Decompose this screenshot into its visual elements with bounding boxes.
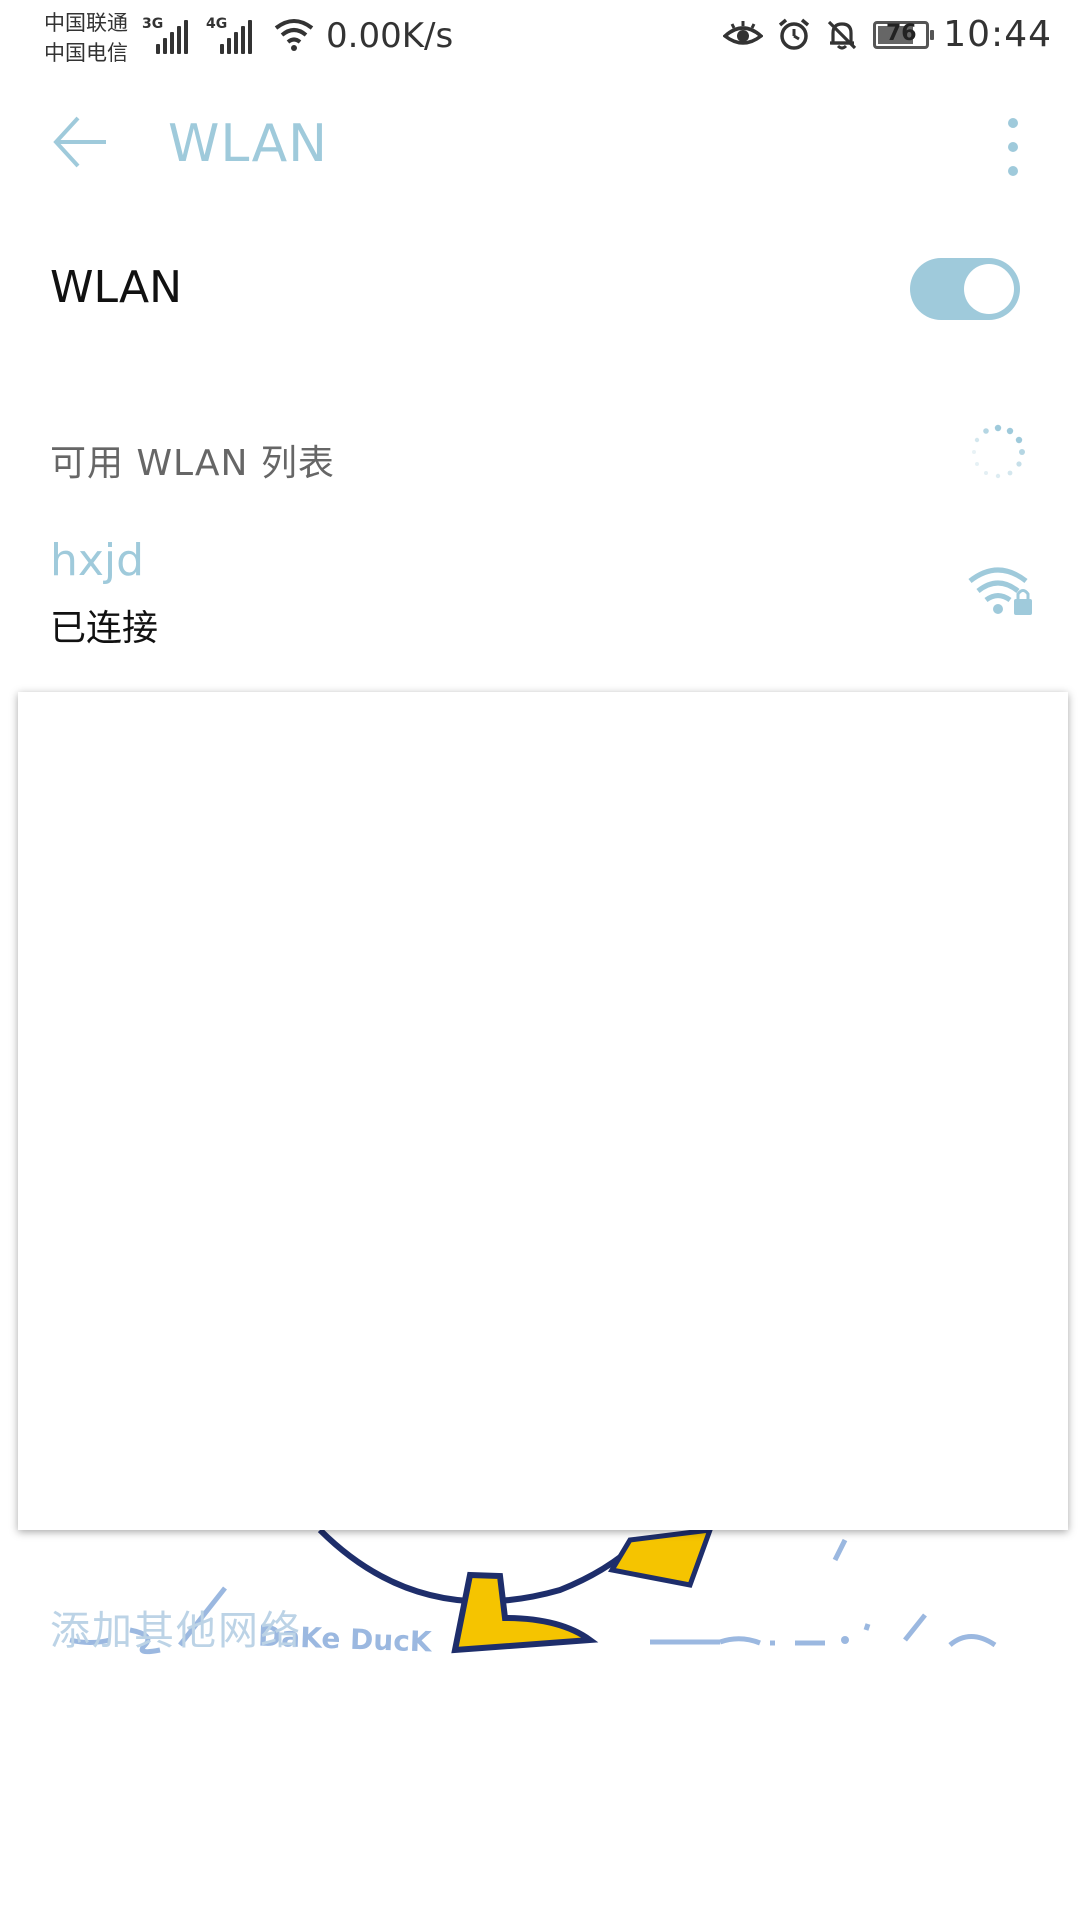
section-label: 可用 WLAN 列表 <box>50 443 335 484</box>
wifi-lock-icon <box>968 567 1032 615</box>
network-item[interactable]: hxjd 已连接 <box>0 535 1080 665</box>
loading-spinner-icon <box>972 424 1025 479</box>
more-options-icon[interactable] <box>1008 118 1020 178</box>
wifi-status-icon <box>274 19 314 51</box>
blank-dialog <box>18 692 1068 1530</box>
network-speed: 0.00K/s <box>326 16 454 56</box>
back-arrow-icon[interactable] <box>52 114 108 170</box>
wlan-toggle-row[interactable]: WLAN <box>0 240 1080 340</box>
eye-icon <box>723 20 764 45</box>
status-bar: 中国联通 中国电信 3G 4G 0.00K/s 76 10:44 <box>0 0 1080 78</box>
app-bar: WLAN <box>0 90 1080 200</box>
network-ssid: hxjd <box>50 535 145 586</box>
carrier-1: 中国联通 <box>44 11 128 35</box>
battery-level: 76 <box>885 20 917 46</box>
bell-off-icon <box>828 20 857 49</box>
available-networks-header: 可用 WLAN 列表 <box>0 420 1080 500</box>
carrier-labels: 中国联通 中国电信 <box>44 8 128 68</box>
signal-bars-icon <box>220 20 252 54</box>
network-status: 已连接 <box>50 608 159 649</box>
signal-bars-icon <box>156 20 188 54</box>
status-right-icons: 76 10:44 <box>723 14 1052 55</box>
carrier-2: 中国电信 <box>44 41 128 65</box>
add-other-network[interactable]: 添加其他网络 <box>50 1598 302 1656</box>
clock: 10:44 <box>943 14 1052 55</box>
duck-right-foot <box>608 1527 714 1588</box>
battery-icon: 76 <box>873 20 935 49</box>
switch-knob <box>964 264 1014 314</box>
page-title: WLAN <box>168 114 329 174</box>
alarm-icon <box>779 18 810 50</box>
wlan-toggle-label: WLAN <box>50 262 183 313</box>
wlan-switch[interactable] <box>910 258 1020 320</box>
